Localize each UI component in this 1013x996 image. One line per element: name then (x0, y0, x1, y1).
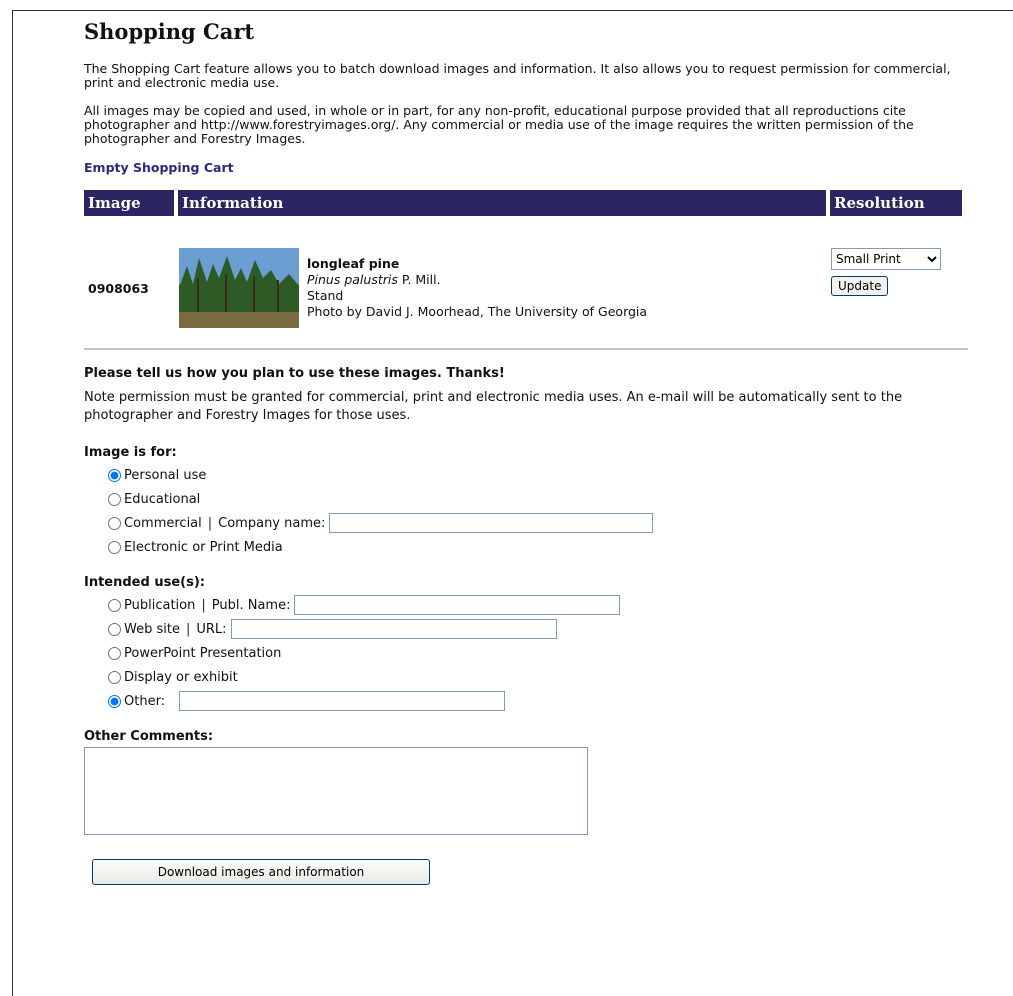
comments-label: Other Comments: (84, 729, 214, 744)
option-commercial: Commercial | Company name: (84, 511, 974, 535)
update-button[interactable]: Update (831, 276, 889, 296)
separator-pipe: | (185, 621, 191, 637)
image-thumbnail[interactable] (179, 248, 299, 328)
commercial-label: Commercial (124, 515, 202, 531)
display-exhibit-label: Display or exhibit (124, 669, 238, 685)
page-content: Shopping Cart The Shopping Cart feature … (84, 16, 974, 885)
option-personal-use[interactable]: Personal use (84, 463, 974, 487)
other-input[interactable] (179, 691, 506, 711)
personal-use-label: Personal use (124, 467, 207, 483)
separator-pipe: | (207, 515, 213, 531)
option-electronic-print-media[interactable]: Electronic or Print Media (84, 535, 974, 559)
comments-textarea[interactable] (84, 747, 588, 835)
usage-prompt: Please tell us how you plan to use these… (84, 366, 505, 381)
option-educational[interactable]: Educational (84, 487, 974, 511)
intro-text-1: The Shopping Cart feature allows you to … (84, 61, 951, 90)
image-for-label: Image is for: (84, 445, 177, 460)
display-exhibit-radio[interactable] (108, 670, 121, 684)
company-name-label: Company name: (218, 515, 326, 531)
commercial-radio[interactable] (108, 516, 121, 530)
option-publication: Publication | Publ. Name: (84, 593, 974, 617)
divider (84, 348, 968, 350)
electronic-print-media-label: Electronic or Print Media (124, 539, 283, 555)
image-information: longleaf pine Pinus palustris P. Mill. S… (307, 256, 647, 320)
pine-stand-photo (179, 248, 299, 328)
other-radio[interactable] (108, 694, 121, 708)
educational-radio[interactable] (108, 492, 121, 506)
image-id: 0908063 (88, 280, 149, 296)
option-display-exhibit[interactable]: Display or exhibit (84, 665, 974, 689)
separator-pipe: | (201, 597, 206, 613)
publ-name-label: Publ. Name: (211, 597, 291, 613)
web-site-label: Web site (124, 621, 180, 637)
cart-header-row: Image Information Resolution (84, 190, 962, 216)
descriptor: Stand (307, 288, 344, 303)
info-cell: longleaf pine Pinus palustris P. Mill. S… (178, 216, 826, 348)
publ-name-input[interactable] (294, 595, 621, 615)
option-web-site: Web site | URL: (84, 617, 974, 641)
resolution-select[interactable]: Small Print (831, 248, 941, 270)
personal-use-radio[interactable] (108, 468, 121, 482)
cart-table: Image Information Resolution 0908063 lon… (80, 190, 966, 348)
window-left-border (12, 10, 13, 996)
publication-radio[interactable] (108, 598, 121, 612)
url-label: URL: (196, 621, 227, 637)
company-name-input[interactable] (329, 513, 654, 533)
photo-credit: Photo by David J. Moorhead, The Universi… (307, 304, 648, 319)
web-site-radio[interactable] (108, 622, 121, 636)
resolution-cell: Small Print Update (830, 216, 962, 348)
header-image: Image (84, 190, 174, 216)
download-button[interactable]: Download images and information (92, 859, 430, 885)
header-information: Information (178, 190, 826, 216)
electronic-print-media-radio[interactable] (108, 540, 121, 554)
comments-group: Other Comments: (84, 729, 974, 835)
publication-label: Publication (124, 597, 196, 613)
intended-use-group: Intended use(s): Publication | Publ. Nam… (84, 575, 974, 713)
option-other: Other: (84, 689, 974, 713)
image-for-group: Image is for: Personal use Educational C… (84, 445, 974, 559)
page-title: Shopping Cart (84, 19, 255, 44)
intro-text-2: All images may be copied and used, in wh… (84, 103, 914, 146)
window-top-border (12, 10, 1013, 11)
header-resolution: Resolution (830, 190, 962, 216)
scientific-name: Pinus palustris (307, 272, 398, 287)
authority: P. Mill. (401, 272, 441, 287)
common-name: longleaf pine (307, 256, 400, 271)
permission-note: Note permission must be granted for comm… (84, 390, 903, 423)
intended-use-label: Intended use(s): (84, 575, 205, 590)
option-powerpoint[interactable]: PowerPoint Presentation (84, 641, 974, 665)
url-input[interactable] (230, 619, 557, 639)
scientific-name-line: Pinus palustris P. Mill. (307, 272, 647, 288)
other-label: Other: (124, 693, 166, 709)
empty-cart-link[interactable]: Empty Shopping Cart (84, 160, 234, 175)
educational-label: Educational (124, 491, 201, 507)
powerpoint-label: PowerPoint Presentation (124, 645, 282, 661)
table-row: 0908063 longleaf pine Pinus palustris P.… (84, 216, 962, 348)
powerpoint-radio[interactable] (108, 646, 121, 660)
